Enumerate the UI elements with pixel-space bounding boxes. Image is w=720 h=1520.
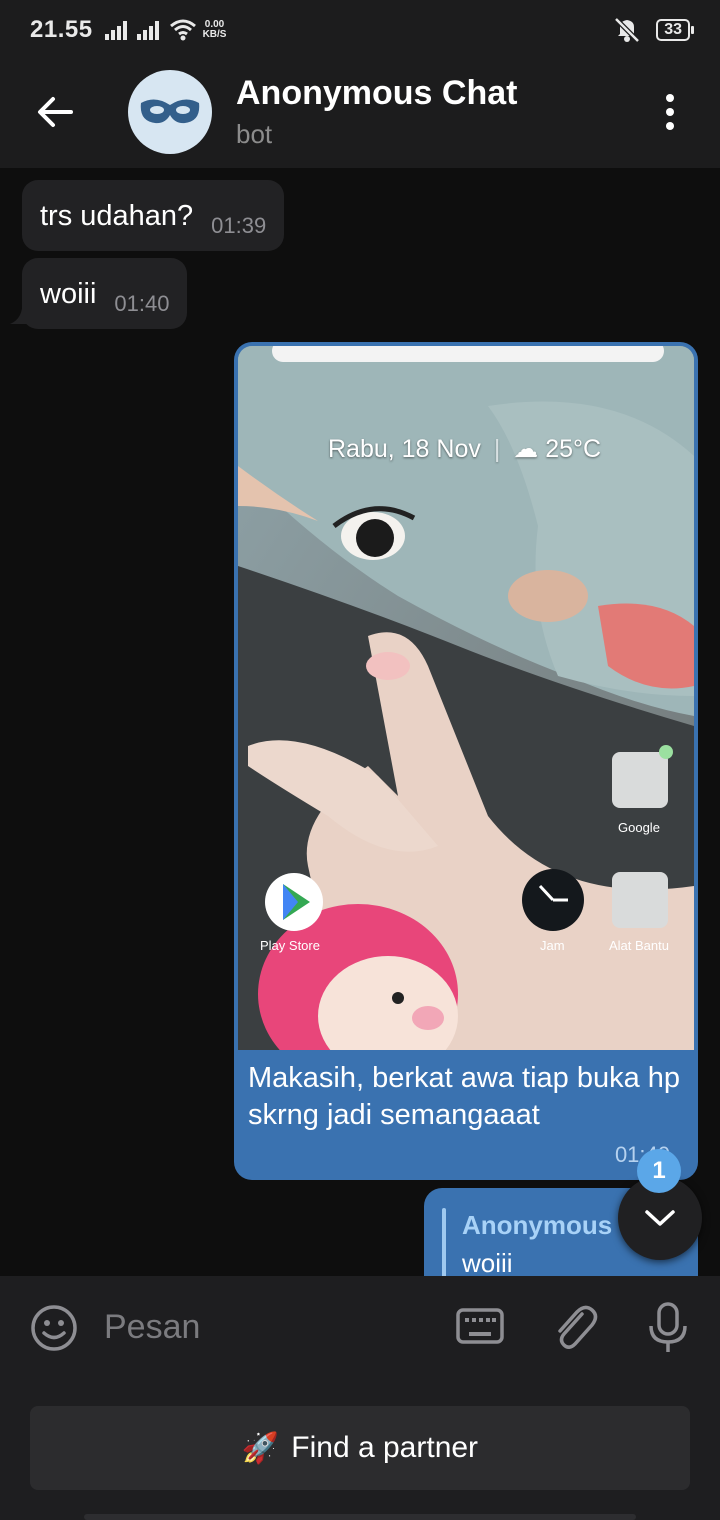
message-time: 01:40 [114, 291, 170, 316]
mask-icon [140, 99, 200, 124]
unread-count-badge: 1 [637, 1149, 681, 1193]
menu-dot [666, 122, 674, 130]
message-text: trs udahan? [40, 200, 194, 232]
reply-quoted-text: woiii [462, 1248, 513, 1276]
emoji-button[interactable] [30, 1304, 78, 1357]
photo-app-label-playstore: Play Store [260, 938, 320, 953]
message-bubble-incoming[interactable]: woiii 01:40 [22, 258, 188, 329]
message-bubble-incoming[interactable]: trs udahan? 01:39 [22, 180, 285, 251]
signal-icon [104, 20, 129, 40]
home-indicator [84, 1514, 636, 1520]
signal-icon-2 [136, 20, 161, 40]
chevron-down-icon [645, 1210, 675, 1226]
weather-icon: ☁ [513, 435, 539, 463]
photo-caption: Makasih, berkat awa tiap buka hp skrng j… [248, 1062, 681, 1131]
battery-indicator: 33 [656, 19, 694, 41]
find-partner-label: Find a partner [291, 1431, 479, 1464]
reply-sender-name: Anonymous [462, 1210, 613, 1240]
paperclip-icon [558, 1305, 598, 1349]
message-input[interactable]: Pesan [104, 1308, 200, 1347]
shared-photo[interactable]: Rabu, 18 Nov | ☁ 25°C Google Play Store … [238, 346, 694, 1050]
mute-icon [614, 17, 640, 43]
photo-weather-text: 25°C [545, 435, 602, 463]
photo-divider: | [493, 435, 501, 463]
chat-title-block[interactable]: Anonymous Chat bot [236, 74, 517, 150]
photo-date-widget: Rabu, 18 Nov | ☁ 25°C [328, 434, 601, 464]
bot-keyboard-button[interactable] [456, 1308, 504, 1349]
chat-title: Anonymous Chat [236, 74, 518, 112]
photo-date-text: Rabu, 18 Nov [328, 435, 481, 463]
voice-record-button[interactable] [646, 1302, 690, 1359]
microphone-icon [649, 1302, 687, 1352]
bot-keyboard-panel: 🚀 Find a partner [0, 1382, 720, 1520]
avatar[interactable] [128, 70, 212, 154]
attach-button[interactable] [552, 1302, 598, 1359]
back-arrow-icon [38, 97, 73, 127]
menu-dot [666, 108, 674, 116]
chat-header: Anonymous Chat bot [0, 56, 720, 168]
message-time: 01:39 [211, 213, 267, 238]
more-options-button[interactable] [650, 92, 690, 132]
photo-app-label-alatbantu: Alat Bantu [609, 938, 669, 953]
keyboard-icon [456, 1308, 504, 1344]
network-speed: 0.00 KB/S [203, 20, 227, 40]
speed-unit: KB/S [202, 29, 227, 40]
menu-dot [666, 94, 674, 102]
rocket-icon: 🚀 [241, 1431, 280, 1465]
reply-quote-bar [442, 1208, 446, 1276]
bubble-tail [10, 300, 30, 324]
back-button[interactable] [0, 56, 110, 168]
find-partner-button[interactable]: 🚀 Find a partner [30, 1406, 690, 1490]
message-list[interactable]: trs udahan? 01:39 woiii 01:40 Rabu, 18 N… [0, 168, 720, 1276]
photo-app-label-jam: Jam [540, 938, 565, 953]
chat-subtitle: bot [236, 119, 273, 149]
message-text: woiii [40, 278, 97, 310]
photo-app-label-google: Google [618, 820, 660, 835]
status-time: 21.55 [30, 16, 93, 43]
message-bubble-outgoing-photo[interactable]: Rabu, 18 Nov | ☁ 25°C Google Play Store … [234, 342, 698, 1180]
status-bar: 21.55 0.00 KB/S 33 [0, 0, 720, 60]
smiley-icon [31, 1305, 77, 1351]
message-composer: Pesan [0, 1276, 720, 1382]
wifi-icon [169, 19, 196, 41]
